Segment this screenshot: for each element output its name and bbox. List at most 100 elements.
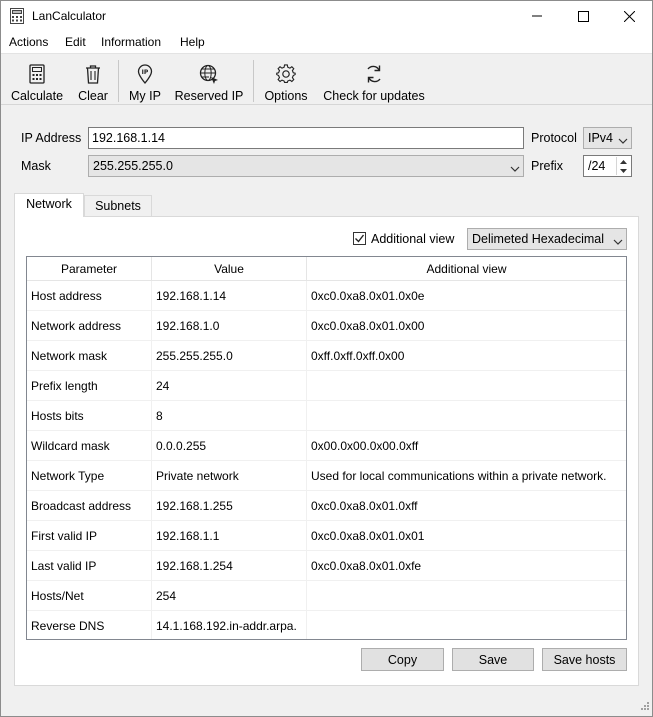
protocol-label: Protocol <box>531 131 577 145</box>
stepper-down-icon[interactable] <box>617 166 630 175</box>
svg-text:IP: IP <box>142 69 149 76</box>
calculate-button[interactable]: Calculate <box>10 54 64 104</box>
table-header: Parameter Value Additional view <box>27 257 626 281</box>
toolbar-separator <box>118 60 119 102</box>
reserved-ip-button[interactable]: Reserved IP <box>171 54 247 104</box>
toolbar: Calculate Clear IP My IP Reserved IP Opt… <box>1 53 652 105</box>
minimize-button[interactable] <box>514 1 560 31</box>
my-ip-button[interactable]: IP My IP <box>125 54 165 104</box>
cell-parameter: First valid IP <box>27 521 152 551</box>
cell-parameter: Last valid IP <box>27 551 152 581</box>
clear-button[interactable]: Clear <box>74 54 112 104</box>
protocol-select[interactable]: IPv4 <box>583 127 632 149</box>
table-row[interactable]: Network Type Private network Used for loca… <box>27 461 626 491</box>
cell-additional-view: 0x00.0x00.0x00.0xff <box>307 431 626 461</box>
prefix-stepper[interactable] <box>616 157 630 175</box>
copy-button[interactable]: Copy <box>361 648 444 671</box>
chevron-down-icon <box>613 235 623 249</box>
cell-value: 255.255.255.0 <box>152 341 307 371</box>
chevron-down-icon <box>510 162 520 176</box>
protocol-value: IPv4 <box>588 131 614 145</box>
view-format-value: Delimeted Hexadecimal <box>472 232 605 246</box>
resize-grip-icon[interactable] <box>640 700 650 714</box>
cell-parameter: Wildcard mask <box>27 431 152 461</box>
calculator-app-icon <box>10 8 24 24</box>
results-table: Parameter Value Additional view Host add… <box>26 256 627 640</box>
table-row[interactable]: Network address 192.168.1.0 0xc0.0xa8.0x01… <box>27 311 626 341</box>
cell-parameter: Hosts bits <box>27 401 152 431</box>
table-row[interactable]: Prefix length 24 <box>27 371 626 401</box>
cell-additional-view <box>307 611 626 639</box>
mask-select[interactable]: 255.255.255.0 <box>88 155 524 177</box>
trash-icon <box>85 54 101 84</box>
cell-value: 192.168.1.1 <box>152 521 307 551</box>
cell-parameter: Network mask <box>27 341 152 371</box>
gear-icon <box>276 54 296 84</box>
table-row[interactable]: First valid IP 192.168.1.1 0xc0.0xa8.0x01.… <box>27 521 626 551</box>
menu-information[interactable]: Information <box>101 35 161 49</box>
menu-edit[interactable]: Edit <box>65 35 86 49</box>
cell-value: 192.168.1.254 <box>152 551 307 581</box>
title-bar: LanCalculator <box>1 1 652 31</box>
cell-additional-view: 0xc0.0xa8.0x01.0x00 <box>307 311 626 341</box>
cell-parameter: Network Type <box>27 461 152 491</box>
cell-value: 254 <box>152 581 307 611</box>
cell-additional-view: Used for local communications within a p… <box>307 461 626 491</box>
my-ip-label: My IP <box>129 89 161 103</box>
save-hosts-button[interactable]: Save hosts <box>542 648 627 671</box>
column-header-additional-view[interactable]: Additional view <box>307 257 626 281</box>
additional-view-checkbox[interactable] <box>353 232 366 245</box>
cell-parameter: Prefix length <box>27 371 152 401</box>
prefix-spinbox[interactable]: /24 <box>583 155 632 177</box>
check-updates-button[interactable]: Check for updates <box>319 54 429 104</box>
options-button[interactable]: Options <box>260 54 312 104</box>
cell-additional-view <box>307 581 626 611</box>
column-header-parameter[interactable]: Parameter <box>27 257 152 281</box>
calculator-icon <box>29 54 45 84</box>
cell-additional-view <box>307 371 626 401</box>
tab-network[interactable]: Network <box>14 193 84 217</box>
close-button[interactable] <box>606 1 652 31</box>
view-format-select[interactable]: Delimeted Hexadecimal <box>467 228 627 250</box>
globe-icon <box>199 54 219 84</box>
ip-address-input[interactable]: 192.168.1.14 <box>88 127 524 149</box>
menu-help[interactable]: Help <box>180 35 205 49</box>
cell-parameter: Network address <box>27 311 152 341</box>
menu-bar: Actions Edit Information Help <box>1 31 652 53</box>
table-row[interactable]: Reverse DNS 14.1.168.192.in-addr.arpa. <box>27 611 626 639</box>
cell-additional-view: 0xc0.0xa8.0x01.0x01 <box>307 521 626 551</box>
table-row[interactable]: Wildcard mask 0.0.0.255 0x00.0x00.0x00.0xf… <box>27 431 626 461</box>
prefix-label: Prefix <box>531 159 563 173</box>
mask-label: Mask <box>21 159 51 173</box>
window-title: LanCalculator <box>32 9 107 23</box>
cell-parameter: Host address <box>27 281 152 311</box>
table-row[interactable]: Hosts/Net 254 <box>27 581 626 611</box>
table-row[interactable]: Hosts bits 8 <box>27 401 626 431</box>
stepper-up-icon[interactable] <box>617 157 630 166</box>
cell-parameter: Broadcast address <box>27 491 152 521</box>
ip-address-label: IP Address <box>21 131 82 145</box>
cell-value: 14.1.168.192.in-addr.arpa. <box>152 611 307 639</box>
cell-additional-view: 0xff.0xff.0xff.0x00 <box>307 341 626 371</box>
cell-value: 8 <box>152 401 307 431</box>
tab-subnets[interactable]: Subnets <box>84 195 152 217</box>
table-row[interactable]: Network mask 255.255.255.0 0xff.0xff.0xff.… <box>27 341 626 371</box>
check-updates-label: Check for updates <box>323 89 425 103</box>
prefix-value: /24 <box>588 159 606 173</box>
mask-value: 255.255.255.0 <box>93 159 173 173</box>
table-row[interactable]: Broadcast address 192.168.1.255 0xc0.0xa8.… <box>27 491 626 521</box>
clear-label: Clear <box>78 89 108 103</box>
cell-parameter: Reverse DNS <box>27 611 152 639</box>
column-header-value[interactable]: Value <box>152 257 307 281</box>
app-window: LanCalculator Actions Edit Information H… <box>0 0 653 717</box>
maximize-button[interactable] <box>560 1 606 31</box>
menu-actions[interactable]: Actions <box>9 35 48 49</box>
calculate-label: Calculate <box>10 89 64 103</box>
refresh-icon <box>365 54 383 84</box>
cell-additional-view: 0xc0.0xa8.0x01.0xfe <box>307 551 626 581</box>
cell-value: 192.168.1.14 <box>152 281 307 311</box>
table-row[interactable]: Last valid IP 192.168.1.254 0xc0.0xa8.0x01… <box>27 551 626 581</box>
reserved-ip-label: Reserved IP <box>174 89 244 103</box>
table-row[interactable]: Host address 192.168.1.14 0xc0.0xa8.0x01.0… <box>27 281 626 311</box>
save-button[interactable]: Save <box>452 648 534 671</box>
